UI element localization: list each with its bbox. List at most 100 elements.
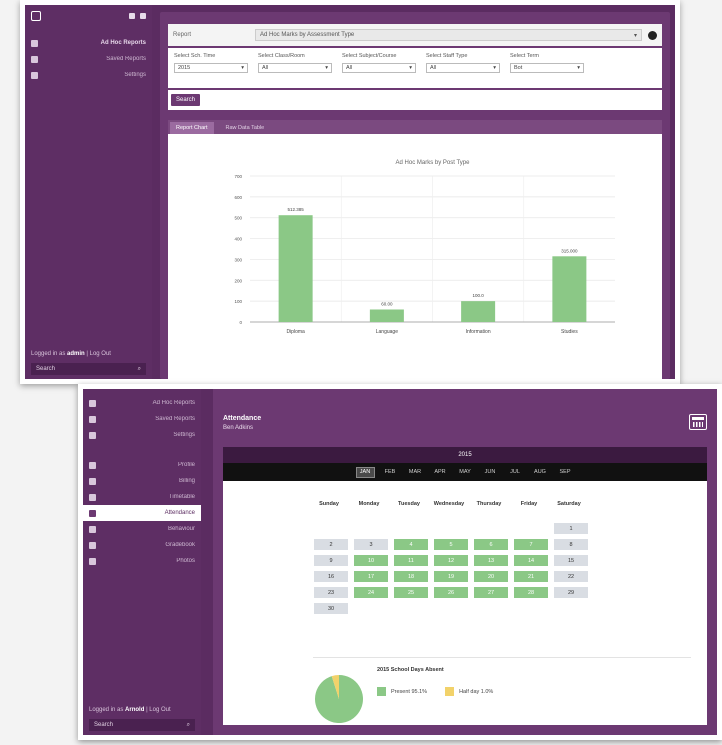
month-tab[interactable]: AUG: [531, 467, 550, 478]
bar[interactable]: [369, 309, 404, 322]
calendar-day[interactable]: 13: [474, 555, 508, 566]
report-select[interactable]: Ad Hoc Marks by Assessment Type ▾: [255, 29, 642, 41]
calendar-day[interactable]: 8: [554, 539, 588, 550]
calendar-day[interactable]: 1: [554, 523, 588, 534]
sidebar-item[interactable]: Timetable: [83, 489, 201, 505]
calendar-day[interactable]: 2: [314, 539, 348, 550]
filter-field-select[interactable]: All ▾: [426, 63, 500, 73]
sidebar-search[interactable]: Search ⌕: [89, 719, 195, 731]
y-tick-label: 500: [234, 216, 242, 221]
calendar-day[interactable]: 5: [434, 539, 468, 550]
calendar-day[interactable]: 3: [354, 539, 388, 550]
bar-chart: Ad Hoc Marks by Post Type 0 100 200 300 400 50…: [234, 160, 615, 335]
calendar-day[interactable]: 4: [394, 539, 428, 550]
attendance-screenshot: Ad Hoc Reports Saved Reports Settings Profi…: [78, 384, 722, 740]
calendar-day[interactable]: 16: [314, 571, 348, 582]
notification-icon[interactable]: [129, 13, 135, 19]
month-tab[interactable]: MAY: [456, 467, 475, 478]
run-report-icon[interactable]: [648, 30, 657, 40]
sidebar-search[interactable]: Search ⌕: [31, 363, 146, 375]
calendar-day[interactable]: 9: [314, 555, 348, 566]
sidebar-search-label: Search: [94, 722, 114, 728]
calendar-day[interactable]: 29: [554, 587, 588, 598]
sidebar-item[interactable]: Saved Reports: [25, 51, 152, 67]
calendar-day[interactable]: 14: [514, 555, 548, 566]
calendar-day[interactable]: 22: [554, 571, 588, 582]
calendar-day[interactable]: 26: [434, 587, 468, 598]
month-tab[interactable]: JUL: [506, 467, 525, 478]
month-tab[interactable]: JAN: [355, 466, 375, 478]
sidebar-item[interactable]: Ad Hoc Reports: [25, 35, 152, 51]
calendar-day[interactable]: 11: [394, 555, 428, 566]
sidebar-item[interactable]: Gradebook: [83, 537, 201, 553]
sidebar-item-label: Settings: [124, 72, 146, 78]
sidebar-item[interactable]: Saved Reports: [83, 411, 201, 427]
empty-cell: [514, 603, 548, 614]
sidebar-item[interactable]: Attendance: [83, 505, 201, 521]
calendar-day[interactable]: 20: [474, 571, 508, 582]
filter-field-value: 2015: [178, 65, 191, 71]
y-tick-label: 100: [234, 299, 242, 304]
filter-field-value: All: [346, 65, 353, 71]
calendar-day[interactable]: 10: [354, 555, 388, 566]
report-main: Report Ad Hoc Marks by Assessment Type ▾…: [160, 12, 670, 379]
search-button[interactable]: Search: [171, 94, 201, 106]
x-tick-label: Information: [466, 329, 491, 335]
calendar-day[interactable]: 12: [434, 555, 468, 566]
calendar-day[interactable]: 23: [314, 587, 348, 598]
login-user: admin: [67, 351, 85, 357]
bar[interactable]: [461, 301, 496, 322]
attendance-pie: [315, 675, 363, 723]
data-label: 60.00: [381, 301, 393, 306]
logout-link[interactable]: | Log Out: [146, 707, 171, 713]
filter-field-select[interactable]: 2015 ▾: [174, 63, 248, 73]
sidebar-item[interactable]: Profile: [83, 457, 201, 473]
month-tab[interactable]: APR: [431, 467, 450, 478]
sidebar-item[interactable]: Settings: [25, 67, 152, 83]
filter-field-select[interactable]: All ▾: [342, 63, 416, 73]
calendar-day[interactable]: 17: [354, 571, 388, 582]
calendar-day[interactable]: 19: [434, 571, 468, 582]
menu-icon[interactable]: [140, 13, 146, 19]
tab[interactable]: Report Chart: [170, 122, 214, 134]
month-tab[interactable]: JUN: [481, 467, 500, 478]
sidebar-item-label: Behaviour: [167, 526, 195, 532]
calendar-day[interactable]: 28: [514, 587, 548, 598]
search-icon[interactable]: ⌕: [138, 366, 141, 373]
calendar-day[interactable]: 21: [514, 571, 548, 582]
calendar-day[interactable]: 18: [394, 571, 428, 582]
sidebar-item[interactable]: Behaviour: [83, 521, 201, 537]
calendar-day[interactable]: 30: [314, 603, 348, 614]
calendar-icon[interactable]: [689, 414, 707, 430]
sidebar-item[interactable]: Ad Hoc Reports: [83, 395, 201, 411]
calendar-day[interactable]: 27: [474, 587, 508, 598]
bar[interactable]: [278, 215, 313, 322]
document-icon: [31, 39, 38, 47]
chart-icon: [89, 415, 96, 423]
calendar-day[interactable]: 25: [394, 587, 428, 598]
month-tab[interactable]: FEB: [381, 467, 400, 478]
filter-field: Select Subject/Course All ▾: [342, 53, 416, 83]
filter-field-select[interactable]: All ▾: [258, 63, 332, 73]
calendar-day[interactable]: 6: [474, 539, 508, 550]
search-icon[interactable]: ⌕: [187, 722, 190, 729]
filter-field-select[interactable]: Bot ▾: [510, 63, 584, 73]
report-label: Report: [173, 32, 192, 38]
filter-field-value: Bot: [514, 65, 523, 71]
calendar-day[interactable]: 7: [514, 539, 548, 550]
sidebar-item[interactable]: Settings: [83, 427, 201, 443]
logout-link[interactable]: | Log Out: [86, 351, 111, 357]
chart-title: Ad Hoc Marks by Post Type: [396, 160, 471, 166]
attendance-icon: [89, 509, 96, 517]
calendar-day[interactable]: 15: [554, 555, 588, 566]
tab[interactable]: Raw Data Table: [220, 122, 271, 134]
calendar-day[interactable]: 24: [354, 587, 388, 598]
year-bar: 2015: [223, 447, 707, 463]
year-label[interactable]: 2015: [458, 452, 471, 458]
bar[interactable]: [552, 256, 587, 322]
sidebar-item[interactable]: Photos: [83, 553, 201, 569]
month-tab[interactable]: SEP: [556, 467, 575, 478]
sidebar-item[interactable]: Billing: [83, 473, 201, 489]
filter-field-label: Select Sch. Time: [174, 53, 216, 59]
month-tab[interactable]: MAR: [406, 467, 425, 478]
